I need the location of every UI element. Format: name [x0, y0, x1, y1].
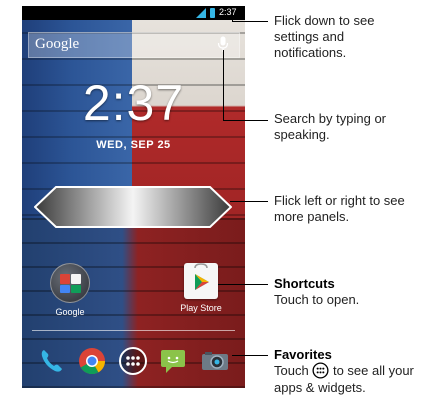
- favorites-dock: [22, 344, 245, 384]
- callout-line-panels: [230, 201, 268, 202]
- chrome-icon[interactable]: [77, 346, 107, 376]
- google-folder-icon: [50, 263, 90, 303]
- phone-home-screen: 2:37 Google 2:37 WED, SEP 25 Google Play…: [22, 6, 245, 388]
- callout-line-shortcuts: [218, 284, 268, 285]
- status-time: 2:37: [219, 7, 237, 17]
- apps-launcher-icon[interactable]: [118, 346, 148, 376]
- note-favorites: Favorites Touch to see all your apps & w…: [274, 347, 419, 396]
- note-favorites-desc-a: Touch: [274, 363, 309, 378]
- camera-icon[interactable]: [200, 346, 230, 376]
- play-store-icon: [184, 263, 218, 299]
- google-logo-text: Google: [35, 36, 80, 52]
- status-bar[interactable]: 2:37: [22, 6, 245, 20]
- callout-line-notifications: [232, 21, 268, 22]
- dock-divider: [32, 330, 235, 331]
- callout-line-notifications-tick: [232, 14, 233, 22]
- shortcut-label: Google: [55, 307, 85, 317]
- messaging-icon[interactable]: [158, 346, 188, 376]
- note-shortcuts-title: Shortcuts: [274, 276, 335, 291]
- note-search: Search by typing or speaking.: [274, 111, 387, 142]
- callout-line-favorites: [232, 355, 268, 356]
- panel-swipe-indicator[interactable]: [34, 186, 232, 228]
- clock-time[interactable]: 2:37: [22, 74, 245, 132]
- phone-icon[interactable]: [36, 346, 66, 376]
- callout-line-search-vertical: [223, 50, 224, 120]
- google-search-bar[interactable]: Google: [28, 32, 240, 58]
- note-notifications: Flick down to see settings and notificat…: [274, 13, 375, 60]
- callout-line-search: [223, 120, 268, 121]
- signal-icon: [196, 8, 206, 18]
- shortcut-label: Play Store: [180, 303, 222, 313]
- shortcut-google[interactable]: Google: [35, 263, 105, 317]
- battery-icon: [210, 8, 215, 18]
- note-shortcuts-desc: Touch to open.: [274, 292, 360, 307]
- note-favorites-title: Favorites: [274, 347, 332, 362]
- clock-date: WED, SEP 25: [96, 139, 171, 151]
- shortcut-play-store[interactable]: Play Store: [166, 263, 236, 313]
- apps-launcher-inline-icon: [312, 362, 329, 379]
- note-shortcuts: Shortcuts Touch to open.: [274, 276, 414, 308]
- note-panels: Flick left or right to see more panels.: [274, 193, 405, 224]
